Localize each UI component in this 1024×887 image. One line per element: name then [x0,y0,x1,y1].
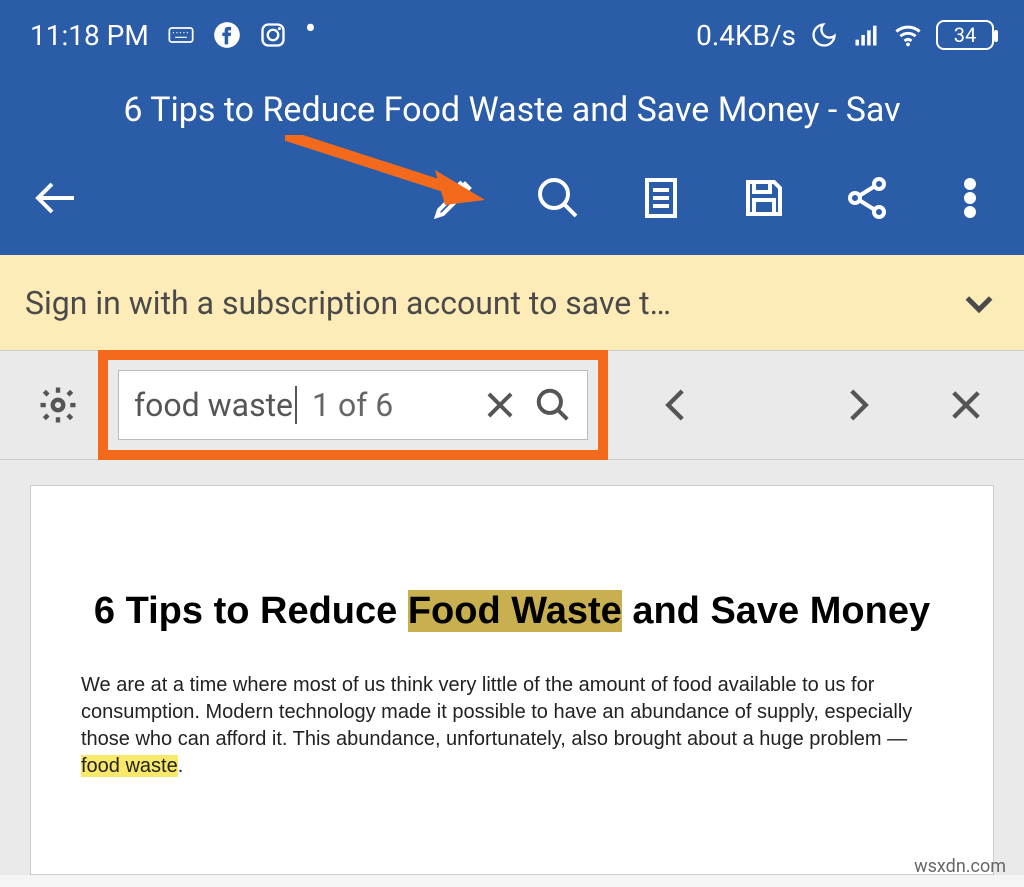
toolbar [0,155,1024,255]
document-title: 6 Tips to Reduce Food Waste and Save Mon… [0,70,1024,155]
chevron-down-icon[interactable] [959,283,999,323]
wifi-icon [894,21,922,49]
close-search-button[interactable] [926,384,1006,426]
search-settings-button[interactable] [18,384,98,426]
search-box[interactable]: food waste 1 of 6 [118,370,588,440]
view-mode-button[interactable] [637,174,685,222]
find-bar: food waste 1 of 6 [0,350,1024,460]
previous-match-button[interactable] [637,384,717,426]
save-button[interactable] [740,174,788,222]
document-heading: 6 Tips to Reduce Food Waste and Save Mon… [81,586,943,637]
network-speed: 0.4KB/s [696,19,796,52]
instagram-icon [259,21,287,49]
keyboard-icon [167,21,195,49]
facebook-icon [213,21,241,49]
document-page[interactable]: 6 Tips to Reduce Food Waste and Save Mon… [30,485,994,875]
search-input[interactable]: food waste [134,386,297,424]
search-button[interactable] [534,174,582,222]
clear-search-button[interactable] [481,386,519,424]
banner-text: Sign in with a subscription account to s… [25,284,959,322]
signal-icon [852,21,880,49]
run-search-button[interactable] [534,386,572,424]
search-counter: 1 of 6 [312,386,393,424]
back-button[interactable] [30,174,78,222]
next-match-button[interactable] [817,384,897,426]
more-button[interactable] [946,174,994,222]
battery-icon: 34 [936,20,994,50]
clock: 11:18 PM [30,19,149,52]
search-highlight-current: Food Waste [408,590,622,632]
document-paragraph: We are at a time where most of us think … [81,672,943,780]
signin-banner[interactable]: Sign in with a subscription account to s… [0,255,1024,350]
status-bar: 11:18 PM • 0.4KB/s 34 [0,0,1024,70]
edit-button[interactable] [431,174,479,222]
moon-icon [810,21,838,49]
document-viewport[interactable]: 6 Tips to Reduce Food Waste and Save Mon… [0,460,1024,875]
share-button[interactable] [843,174,891,222]
search-box-highlight: food waste 1 of 6 [98,350,608,460]
search-highlight: food waste [81,755,178,777]
watermark: wsxdn.com [914,856,1006,877]
